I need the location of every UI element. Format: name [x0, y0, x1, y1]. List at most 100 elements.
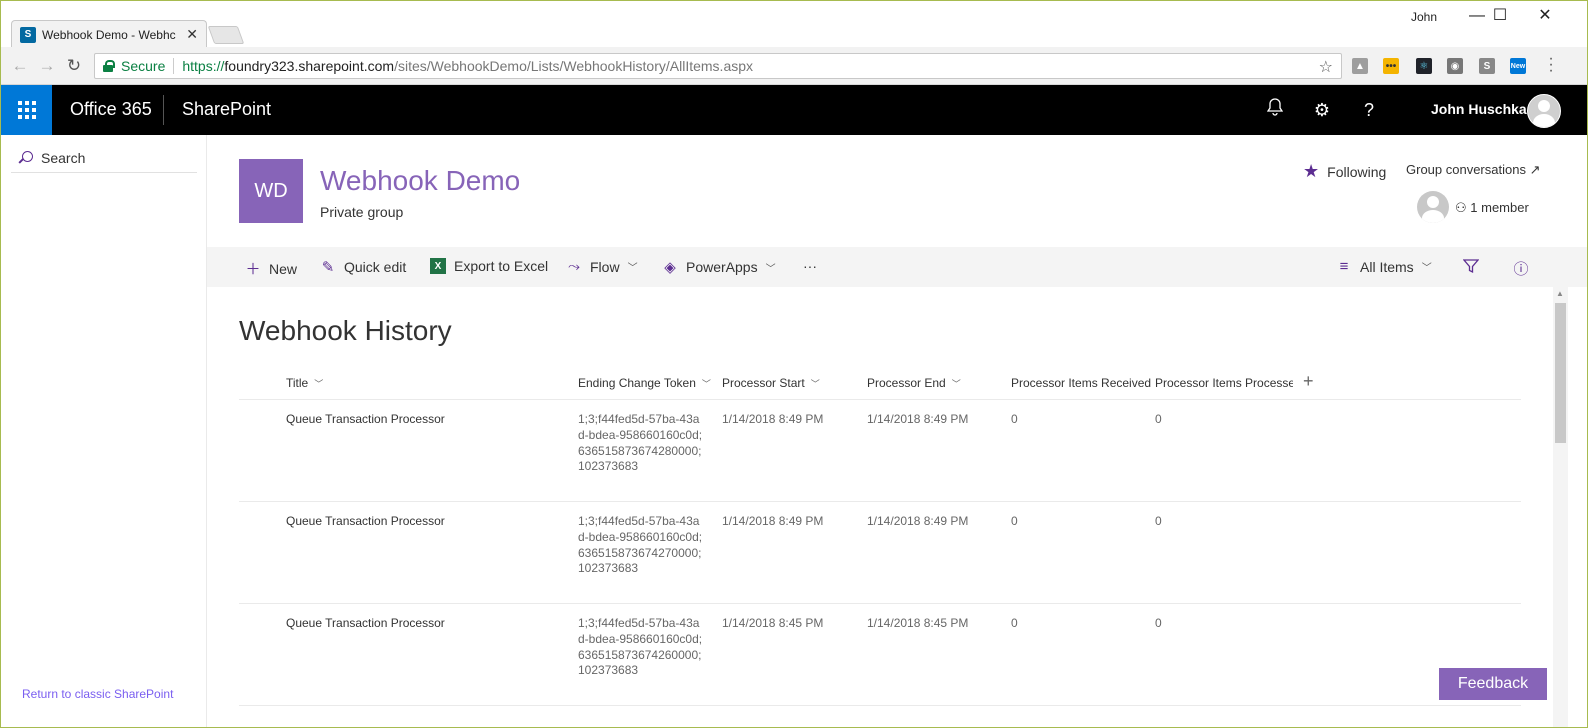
new-button[interactable]: ＋ New	[245, 258, 297, 279]
sharepoint-app-link[interactable]: SharePoint	[182, 99, 271, 120]
cell-title[interactable]: Queue Transaction Processor	[286, 514, 445, 528]
view-label: All Items	[1360, 258, 1414, 275]
cell-processed: 0	[1155, 616, 1162, 630]
site-title[interactable]: Webhook Demo	[320, 165, 520, 197]
maximize-icon[interactable]: ☐	[1477, 5, 1523, 27]
return-to-classic-link[interactable]: Return to classic SharePoint	[22, 687, 173, 701]
info-icon: ⓘ	[1513, 261, 1529, 278]
excel-icon: X	[430, 258, 446, 274]
vertical-scrollbar[interactable]: ▲	[1553, 287, 1568, 727]
site-logo[interactable]: WD	[239, 159, 303, 223]
globe-icon[interactable]: ◉	[1447, 58, 1463, 74]
bookmark-star-icon[interactable]: ☆	[1319, 57, 1333, 77]
group-conversations-label: Group conversations	[1406, 162, 1526, 177]
column-header-processor-end[interactable]: Processor End ﹀	[867, 376, 961, 390]
column-header-items-received[interactable]: Processor Items Received	[1011, 376, 1151, 390]
search-label: Search	[41, 149, 86, 166]
table-row[interactable]: Queue Transaction Processor 1;3;f44fed5d…	[239, 400, 1521, 502]
cell-start: 1/14/2018 8:49 PM	[722, 514, 824, 528]
url-separator	[173, 58, 175, 74]
cell-start: 1/14/2018 8:45 PM	[722, 616, 824, 630]
chevron-down-icon: ﹀	[1421, 263, 1432, 274]
user-avatar[interactable]	[1527, 94, 1561, 128]
cell-title[interactable]: Queue Transaction Processor	[286, 616, 445, 630]
new-badge-icon[interactable]: New	[1510, 58, 1526, 74]
powerapps-button[interactable]: ◈ PowerApps ﹀	[662, 258, 775, 276]
column-header-label: Processor Start	[722, 376, 805, 390]
drive-icon[interactable]: ▲	[1352, 58, 1368, 74]
secure-label: Secure	[121, 58, 166, 74]
help-icon[interactable]: ?	[1357, 98, 1381, 122]
group-conversations-link[interactable]: Group conversations ↗	[1406, 162, 1540, 178]
members-button[interactable]: ⚇ 1 member	[1455, 200, 1529, 216]
browser-tab[interactable]: S Webhook Demo - Webhc ✕	[11, 20, 207, 48]
browser-menu-icon[interactable]: · · ·	[1546, 51, 1556, 79]
list-title: Webhook History	[239, 315, 452, 346]
cell-end: 1/14/2018 8:45 PM	[867, 616, 969, 630]
add-column-icon[interactable]: +	[1303, 371, 1314, 392]
table-row[interactable]: Queue Transaction Processor 1;3;f44fed5d…	[239, 502, 1521, 604]
settings-gear-icon[interactable]: ⚙	[1310, 98, 1334, 122]
back-icon[interactable]: ←	[9, 56, 31, 76]
column-header-ending-change-token[interactable]: Ending Change Token ﹀	[578, 376, 711, 390]
browser-titlebar: S Webhook Demo - Webhc ✕ John — ☐ ✕	[1, 1, 1587, 48]
powerapps-label: PowerApps	[686, 259, 758, 275]
url-host: foundry323.sharepoint.com	[224, 58, 395, 74]
forward-icon[interactable]: →	[36, 56, 58, 76]
filter-button[interactable]	[1462, 258, 1487, 278]
info-button[interactable]: ⓘ	[1513, 258, 1537, 279]
scroll-up-icon[interactable]: ▲	[1556, 289, 1564, 298]
following-label: Following	[1327, 163, 1387, 180]
browser-window: S Webhook Demo - Webhc ✕ John — ☐ ✕ ← → …	[0, 0, 1588, 728]
keep-icon[interactable]: •••	[1383, 58, 1399, 74]
s-icon[interactable]: S	[1479, 58, 1495, 74]
address-bar[interactable]: Secure https:// foundry323.sharepoint.co…	[94, 53, 1342, 79]
site-header: WD Webhook Demo Private group ★ Followin…	[207, 135, 1587, 247]
list-view-icon: ≡	[1339, 258, 1349, 275]
export-to-excel-button[interactable]: X Export to Excel	[430, 258, 548, 274]
url-scheme: https://	[182, 58, 225, 74]
brand-divider	[163, 95, 164, 125]
react-devtools-icon[interactable]: ⚛	[1416, 58, 1432, 74]
sharepoint-favicon-icon: S	[20, 26, 36, 43]
members-label: 1 member	[1470, 200, 1529, 215]
following-button[interactable]: ★ Following	[1303, 161, 1386, 182]
list-area: Webhook History Title ﹀ Ending Change Tok…	[207, 287, 1553, 727]
search-icon	[19, 150, 33, 165]
view-selector[interactable]: ≡ All Items ﹀	[1336, 258, 1432, 275]
lock-icon	[103, 60, 115, 72]
reload-icon[interactable]: ↻	[63, 56, 85, 76]
chevron-down-icon: ﹀	[314, 379, 324, 389]
user-name[interactable]: John Huschka	[1431, 101, 1527, 117]
tab-title: Webhook Demo - Webhc	[42, 27, 176, 42]
close-window-icon[interactable]: ✕	[1522, 5, 1568, 27]
scrollbar-thumb[interactable]	[1555, 303, 1566, 443]
notifications-bell-icon[interactable]	[1263, 98, 1287, 122]
column-header-processor-start[interactable]: Processor Start ﹀	[722, 376, 820, 390]
column-header-label: Processor Items Received	[1011, 376, 1152, 390]
external-arrow-icon: ↗	[1529, 162, 1541, 177]
window-user-label[interactable]: John	[1411, 10, 1437, 24]
quick-edit-button[interactable]: ✎ Quick edit	[320, 258, 407, 276]
table-row[interactable]: Queue Transaction Processor 1;3;f44fed5d…	[239, 604, 1521, 706]
new-tab-button[interactable]	[207, 26, 245, 44]
tab-close-icon[interactable]: ✕	[186, 26, 198, 43]
cell-token: 1;3;f44fed5d-57ba-43ad-bdea-958660160c0d…	[578, 412, 703, 474]
feedback-button[interactable]: Feedback	[1439, 668, 1547, 700]
column-header-items-processed[interactable]: Processor Items Processec	[1155, 376, 1293, 390]
search-box[interactable]: Search	[11, 143, 197, 173]
cell-title[interactable]: Queue Transaction Processor	[286, 412, 445, 426]
more-commands-button[interactable]: ···	[803, 258, 817, 274]
cell-end: 1/14/2018 8:49 PM	[867, 514, 969, 528]
flow-icon: ⤳	[567, 258, 580, 275]
member-avatar[interactable]	[1417, 191, 1449, 223]
flow-button[interactable]: ⤳ Flow ﹀	[566, 258, 638, 275]
app-launcher-icon[interactable]	[1, 85, 52, 135]
export-label: Export to Excel	[454, 258, 549, 274]
cell-processed: 0	[1155, 412, 1162, 426]
chevron-down-icon: ﹀	[701, 379, 711, 389]
powerapps-icon: ◈	[664, 259, 676, 276]
office365-brand[interactable]: Office 365	[70, 99, 152, 120]
column-header-title[interactable]: Title ﹀	[286, 376, 323, 390]
plus-icon: ＋	[245, 261, 261, 278]
